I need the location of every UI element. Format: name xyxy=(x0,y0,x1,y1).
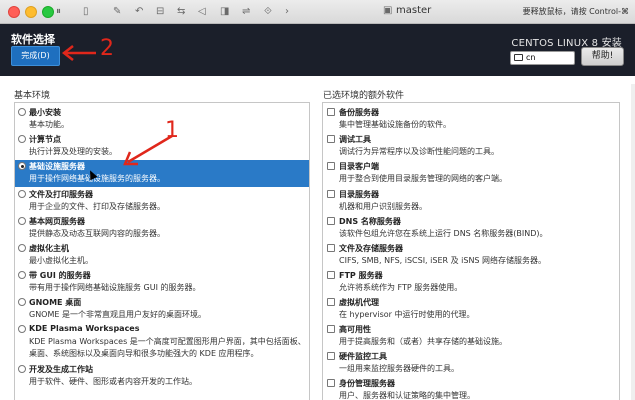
environment-item[interactable]: 带 GUI 的服务器 带有用于操作网络基础设施服务 GUI 的服务器。 xyxy=(15,269,309,296)
keyboard-layout-label: cn xyxy=(526,53,536,62)
close-window-button[interactable] xyxy=(8,6,20,18)
addon-item[interactable]: 虚拟机代理在 hypervisor 中运行时使用的代理。 xyxy=(323,296,619,323)
addon-item[interactable]: 调试工具 调试行为异常程序以及诊断性能问题的工具。 xyxy=(323,133,619,160)
radio-button[interactable] xyxy=(18,135,26,143)
vm-window: ⏸ ▯ ✎ ↶ ⊟ ⇆ ◁ ◨ ⇌ ⟐ › ▣ master 要释放鼠标，请按 … xyxy=(0,0,635,400)
addons-list: 备份服务器 集中管理基础设施备份的软件。 调试工具 调试行为异常程序以及诊断性能问题… xyxy=(322,102,620,400)
chevron-icon[interactable]: › xyxy=(285,5,289,19)
annotation-number-1: 1 xyxy=(165,118,179,143)
addon-item[interactable]: 目录服务器 机器和用户识别服务器。 xyxy=(323,188,619,215)
back-icon[interactable]: ↶ xyxy=(135,5,143,19)
environment-item[interactable]: 最小安装 基本功能。 xyxy=(15,106,309,133)
keyboard-layout-indicator[interactable]: cn xyxy=(510,51,575,65)
addon-item[interactable]: 硬件监控工具 一组用来监控服务器硬件的工具。 xyxy=(323,350,619,377)
radio-button[interactable] xyxy=(18,298,26,306)
radio-button[interactable] xyxy=(18,365,26,373)
checkbox[interactable] xyxy=(327,162,335,170)
share-icon[interactable]: ⟐ xyxy=(264,5,272,19)
keyboard-icon xyxy=(514,54,523,61)
addons-title: 已选环境的额外软件 xyxy=(323,91,405,101)
usb-icon[interactable]: ⇌ xyxy=(242,5,250,19)
base-environment-title: 基本环境 xyxy=(14,91,51,101)
addon-item[interactable]: 目录客户端 用于整合到使用目录服务管理的网络的客户端。 xyxy=(323,160,619,187)
radio-button-selected[interactable] xyxy=(18,162,26,170)
addon-item[interactable]: DNS 名称服务器 该软件包组允许您在系统上运行 DNS 名称服务器(BIND)。 xyxy=(323,215,619,242)
addon-item[interactable]: 高可用性 用于提高服务和（或者）共享存储的基础设施。 xyxy=(323,323,619,350)
environment-item[interactable]: GNOME 桌面 GNOME 是一个非常直观且用户友好的桌面环境。 xyxy=(15,296,309,323)
checkbox[interactable] xyxy=(327,325,335,333)
network-icon[interactable]: ⇆ xyxy=(177,5,185,19)
release-mouse-hint: 要释放鼠标，请按 Control-⌘ xyxy=(522,7,629,16)
sound-icon[interactable]: ◁ xyxy=(198,5,206,19)
addon-item[interactable]: FTP 服务器 允许将系统作为 FTP 服务器使用。 xyxy=(323,269,619,296)
environment-item[interactable]: 基本网页服务器 提供静态及动态互联网内容的服务器。 xyxy=(15,215,309,242)
vm-icon: ▣ xyxy=(383,5,393,16)
checkbox[interactable] xyxy=(327,108,335,116)
annotation-number-2: 2 xyxy=(100,36,114,61)
page-title: 软件选择 xyxy=(11,33,55,46)
zoom-window-button[interactable] xyxy=(42,6,54,18)
radio-button[interactable] xyxy=(18,190,26,198)
checkbox[interactable] xyxy=(327,135,335,143)
minimize-window-button[interactable] xyxy=(25,6,37,18)
drive-icon[interactable]: ⊟ xyxy=(156,5,164,19)
environment-item[interactable]: 开发及生成工作站 用于软件、硬件、图形或者内容开发的工作站。 xyxy=(15,363,309,390)
done-button[interactable]: 完成(D) xyxy=(11,46,60,66)
pause-icon[interactable]: ⏸ xyxy=(56,5,61,19)
radio-button[interactable] xyxy=(18,271,26,279)
window-title: master xyxy=(396,5,432,16)
checkbox[interactable] xyxy=(327,352,335,360)
addon-item[interactable]: 身份管理服务器 用户、服务器和认证策略的集中管理。 xyxy=(323,377,619,400)
checkbox[interactable] xyxy=(327,217,335,225)
checkbox[interactable] xyxy=(327,379,335,387)
radio-button[interactable] xyxy=(18,108,26,116)
wrench-icon[interactable]: ✎ xyxy=(113,5,121,19)
checkbox[interactable] xyxy=(327,244,335,252)
help-button[interactable]: 帮助! xyxy=(581,47,624,66)
environment-item[interactable]: 虚拟化主机 最小虚拟化主机。 xyxy=(15,242,309,269)
checkbox[interactable] xyxy=(327,190,335,198)
radio-button[interactable] xyxy=(18,244,26,252)
checkbox[interactable] xyxy=(327,298,335,306)
snapshot-icon[interactable]: ▯ xyxy=(83,5,89,19)
annotation-arrow-2 xyxy=(61,45,96,61)
addon-item[interactable]: 备份服务器 集中管理基础设施备份的软件。 xyxy=(323,106,619,133)
checkbox[interactable] xyxy=(327,271,335,279)
scrollbar[interactable] xyxy=(631,84,635,400)
camera-icon[interactable]: ◨ xyxy=(220,5,229,19)
radio-button[interactable] xyxy=(18,217,26,225)
radio-button[interactable] xyxy=(18,325,26,333)
window-titlebar: ⏸ ▯ ✎ ↶ ⊟ ⇆ ◁ ◨ ⇌ ⟐ › ▣ master 要释放鼠标，请按 … xyxy=(0,0,635,24)
addon-item[interactable]: 文件及存储服务器 CIFS, SMB, NFS, iSCSI, iSER 及 iS… xyxy=(323,242,619,269)
environment-item[interactable]: 文件及打印服务器 用于企业的文件、打印及存储服务器。 xyxy=(15,188,309,215)
environment-item[interactable]: KDE Plasma Workspaces KDE Plasma Workspac… xyxy=(15,323,309,363)
